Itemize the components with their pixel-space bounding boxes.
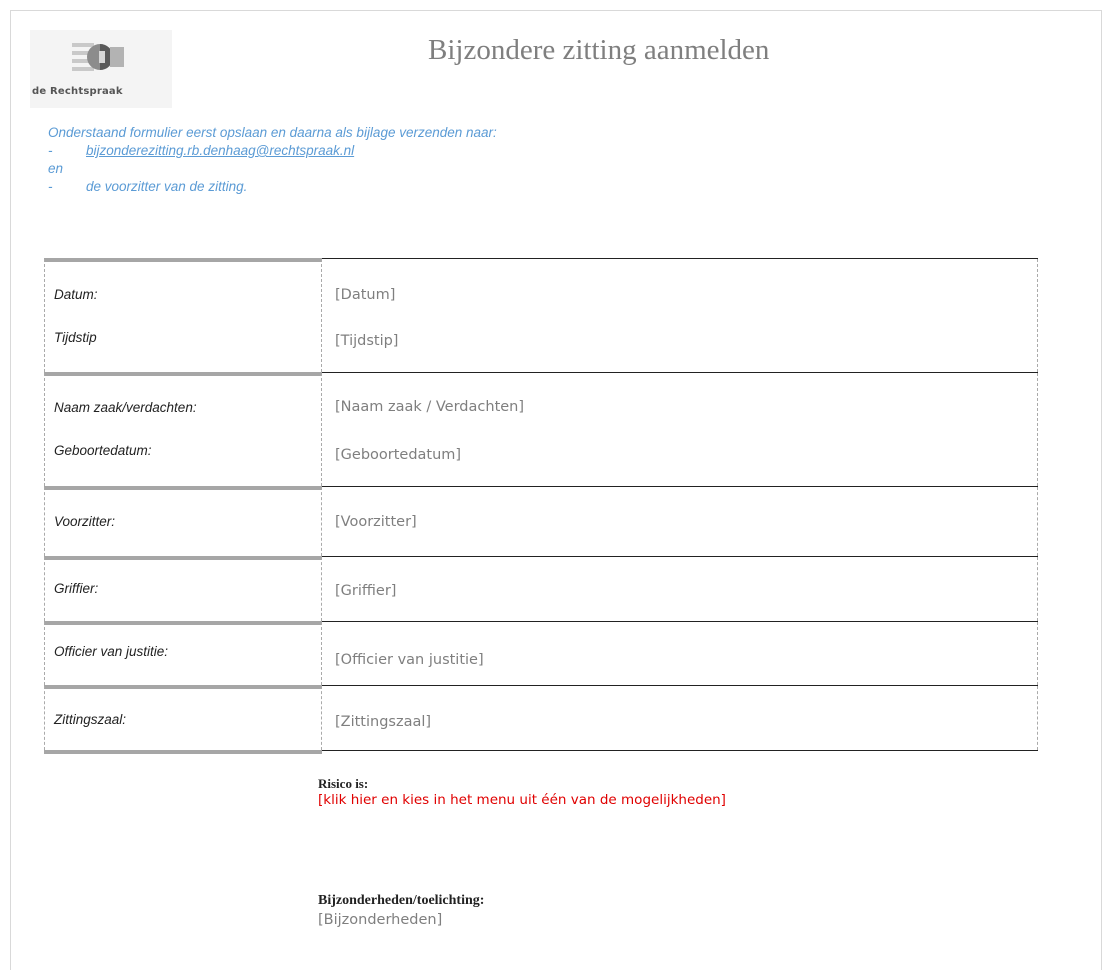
- page-title: Bijzondere zitting aanmelden: [428, 34, 770, 66]
- logo-text: de Rechtspraak: [32, 86, 123, 97]
- label-column: [44, 259, 322, 372]
- label-officier: Officier van justitie:: [54, 644, 169, 659]
- form-row-datum-tijdstip: Datum: [Datum] Tijdstip [Tijdstip]: [44, 258, 1038, 372]
- instructions-intro: Onderstaand formulier eerst opslaan en d…: [48, 125, 497, 140]
- risk-dropdown[interactable]: [klik hier en kies in het menu uit één v…: [318, 792, 726, 808]
- rechtspraak-logo-icon: [72, 43, 124, 71]
- instructions: Onderstaand formulier eerst opslaan en d…: [48, 124, 497, 196]
- label-tijdstip: Tijdstip: [54, 330, 97, 345]
- email-link[interactable]: bijzonderezitting.rb.denhaag@rechtspraak…: [86, 143, 354, 158]
- field-voorzitter[interactable]: [Voorzitter]: [335, 514, 417, 530]
- form-row-zittingszaal: Zittingszaal: [Zittingszaal]: [44, 685, 1038, 750]
- field-tijdstip[interactable]: [Tijdstip]: [335, 333, 398, 349]
- risk-label: Risico is:: [318, 776, 369, 791]
- label-column: [44, 373, 322, 486]
- label-geboortedatum: Geboortedatum:: [54, 443, 152, 458]
- field-officier[interactable]: [Officier van justitie]: [335, 652, 484, 668]
- field-datum[interactable]: [Datum]: [335, 287, 395, 303]
- instructions-email-line: - bijzonderezitting.rb.denhaag@rechtspraa…: [48, 142, 497, 160]
- bottom-bar-left: [44, 750, 322, 754]
- label-griffier: Griffier:: [54, 581, 99, 596]
- rechtspraak-logo: de Rechtspraak: [30, 30, 172, 108]
- label-zittingszaal: Zittingszaal:: [54, 712, 127, 727]
- session-form: Datum: [Datum] Tijdstip [Tijdstip] Naam …: [44, 258, 1038, 754]
- field-zittingszaal[interactable]: [Zittingszaal]: [335, 714, 431, 730]
- form-row-naam-geboortedatum: Naam zaak/verdachten: [Naam zaak / Verda…: [44, 372, 1038, 486]
- bottom-bar-right: [322, 750, 1038, 751]
- details-label: Bijzonderheden/toelichting:: [318, 893, 485, 908]
- instructions-second: de voorzitter van de zitting.: [86, 179, 248, 194]
- instructions-conj: en: [48, 161, 64, 176]
- list-dash: -: [48, 143, 53, 158]
- instructions-second-line: - de voorzitter van de zitting.: [48, 178, 497, 196]
- label-naam-zaak: Naam zaak/verdachten:: [54, 400, 197, 415]
- form-row-voorzitter: Voorzitter: [Voorzitter]: [44, 486, 1038, 556]
- list-dash: -: [48, 179, 53, 194]
- form-row-griffier: Griffier: [Griffier]: [44, 556, 1038, 621]
- label-datum: Datum:: [54, 287, 98, 302]
- field-geboortedatum[interactable]: [Geboortedatum]: [335, 447, 461, 463]
- form-row-officier: Officier van justitie: [Officier van jus…: [44, 621, 1038, 685]
- label-voorzitter: Voorzitter:: [54, 514, 116, 529]
- field-griffier[interactable]: [Griffier]: [335, 583, 396, 599]
- details-field[interactable]: [Bijzonderheden]: [318, 912, 442, 928]
- field-naam-zaak[interactable]: [Naam zaak / Verdachten]: [335, 399, 524, 415]
